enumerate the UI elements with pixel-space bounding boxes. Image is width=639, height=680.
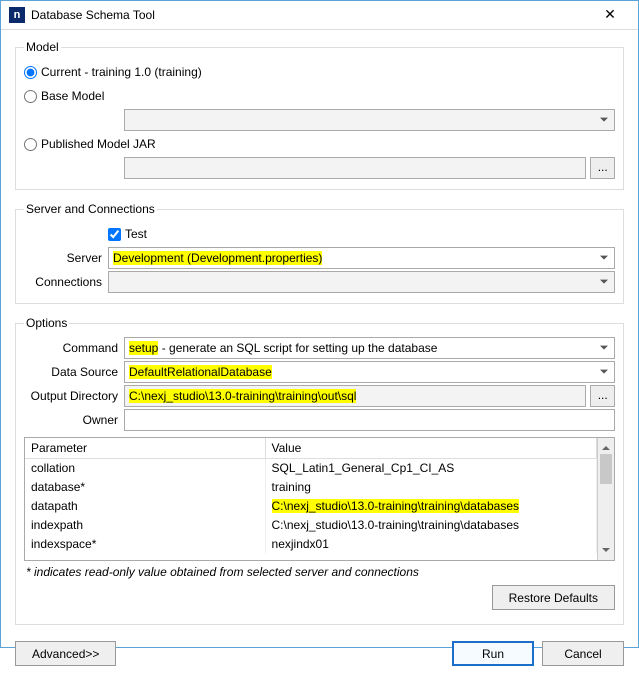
table-row[interactable]: database*training — [25, 477, 597, 496]
published-jar-browse-button[interactable]: ... — [590, 157, 615, 179]
test-checkbox-label: Test — [125, 227, 147, 241]
output-dir-field[interactable]: C:\nexj_studio\13.0-training\training\ou… — [124, 385, 586, 407]
radio-current-model[interactable]: Current - training 1.0 (training) — [24, 63, 202, 81]
browse-icon: ... — [598, 160, 608, 174]
radio-base-model-input[interactable] — [24, 90, 37, 103]
owner-input[interactable] — [124, 409, 615, 431]
radio-base-model-label: Base Model — [41, 89, 104, 103]
value-cell[interactable]: training — [265, 477, 596, 496]
connections-select[interactable] — [108, 271, 615, 293]
col-parameter[interactable]: Parameter — [25, 438, 265, 458]
command-value-prefix: setup — [129, 341, 158, 355]
radio-current-model-label: Current - training 1.0 (training) — [41, 65, 202, 79]
command-label: Command — [24, 341, 124, 355]
base-model-select[interactable] — [124, 109, 615, 131]
output-dir-value: C:\nexj_studio\13.0-training\training\ou… — [129, 389, 356, 403]
run-button[interactable]: Run — [452, 641, 534, 666]
server-select[interactable]: Development (Development.properties) — [108, 247, 615, 269]
radio-current-model-input[interactable] — [24, 66, 37, 79]
param-cell: indexpath — [25, 515, 265, 534]
param-cell: collation — [25, 458, 265, 477]
radio-base-model[interactable]: Base Model — [24, 87, 104, 105]
output-dir-browse-button[interactable]: ... — [590, 385, 615, 407]
titlebar: n Database Schema Tool ✕ — [1, 1, 638, 30]
col-value[interactable]: Value — [265, 438, 596, 458]
table-row[interactable]: collationSQL_Latin1_General_Cp1_CI_AS — [25, 458, 597, 477]
table-row[interactable]: indexpathC:\nexj_studio\13.0-training\tr… — [25, 515, 597, 534]
app-icon: n — [9, 7, 25, 23]
model-legend: Model — [24, 40, 61, 54]
value-cell[interactable]: C:\nexj_studio\13.0-training\training\da… — [265, 496, 596, 515]
param-cell: datapath — [25, 496, 265, 515]
radio-published-jar-label: Published Model JAR — [41, 137, 156, 151]
command-value-rest: - generate an SQL script for setting up … — [158, 341, 437, 355]
published-jar-path — [124, 157, 586, 179]
options-legend: Options — [24, 316, 69, 330]
param-cell: database* — [25, 477, 265, 496]
cancel-button[interactable]: Cancel — [542, 641, 624, 666]
output-dir-label: Output Directory — [24, 389, 124, 403]
options-footnote: * indicates read-only value obtained fro… — [26, 565, 613, 579]
params-scrollbar[interactable] — [597, 438, 614, 560]
value-cell[interactable]: C:\nexj_studio\13.0-training\training\da… — [265, 515, 596, 534]
radio-published-jar[interactable]: Published Model JAR — [24, 135, 156, 153]
datasource-label: Data Source — [24, 365, 124, 379]
close-button[interactable]: ✕ — [590, 1, 630, 29]
value-cell[interactable]: nexjindx01 — [265, 534, 596, 553]
server-connections-group: Server and Connections Test Server Devel… — [15, 202, 624, 304]
test-checkbox-input[interactable] — [108, 228, 121, 241]
owner-label: Owner — [24, 413, 124, 427]
param-cell: indexspace* — [25, 534, 265, 553]
model-group: Model Current - training 1.0 (training) … — [15, 40, 624, 190]
advanced-button[interactable]: Advanced>> — [15, 641, 116, 666]
server-value: Development (Development.properties) — [113, 251, 322, 265]
table-row[interactable]: datapathC:\nexj_studio\13.0-training\tra… — [25, 496, 597, 515]
connections-label: Connections — [24, 275, 108, 289]
radio-published-jar-input[interactable] — [24, 138, 37, 151]
options-group: Options Command setup - generate an SQL … — [15, 316, 624, 625]
params-table: Parameter Value collationSQL_Latin1_Gene… — [25, 438, 597, 553]
datasource-select[interactable]: DefaultRelationalDatabase — [124, 361, 615, 383]
dialog-footer: Advanced>> Run Cancel — [1, 631, 638, 680]
restore-defaults-button[interactable]: Restore Defaults — [492, 585, 615, 610]
params-table-wrap: Parameter Value collationSQL_Latin1_Gene… — [24, 437, 615, 561]
window-title: Database Schema Tool — [31, 8, 590, 22]
server-label: Server — [24, 251, 108, 265]
browse-icon: ... — [598, 388, 608, 402]
test-checkbox[interactable]: Test — [108, 225, 147, 243]
command-select[interactable]: setup - generate an SQL script for setti… — [124, 337, 615, 359]
datasource-value: DefaultRelationalDatabase — [129, 365, 272, 379]
table-row[interactable]: indexspace*nexjindx01 — [25, 534, 597, 553]
scrollbar-thumb[interactable] — [600, 454, 612, 484]
value-cell[interactable]: SQL_Latin1_General_Cp1_CI_AS — [265, 458, 596, 477]
server-connections-legend: Server and Connections — [24, 202, 157, 216]
